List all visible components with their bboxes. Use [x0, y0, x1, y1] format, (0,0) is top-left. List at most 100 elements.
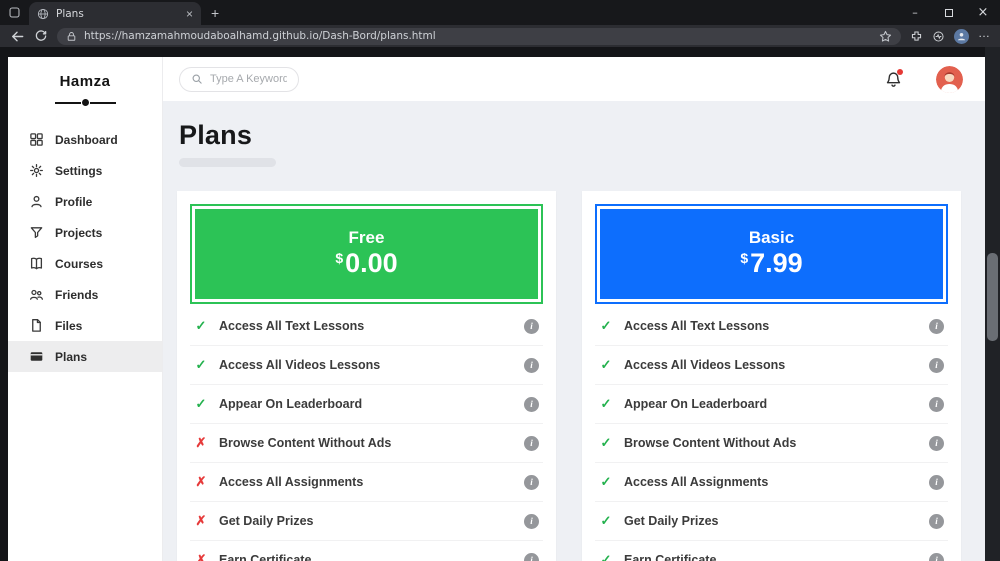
plan-card-basic: Basic $7.99 ✓ Access All Text Lessons i ✓ Acce… — [582, 191, 961, 561]
browser-window: Plans https://hamzamahmoudaboalhamd.gith… — [0, 0, 1000, 561]
feature-label: Access All Text Lessons — [219, 319, 365, 333]
refresh-icon[interactable] — [34, 29, 48, 43]
tab-title: Plans — [56, 7, 84, 20]
feature-row: ✓ Access All Videos Lessons i — [595, 346, 948, 385]
page-title: Plans — [179, 120, 253, 150]
maximize-button[interactable] — [932, 0, 966, 25]
check-icon: ✓ — [600, 396, 612, 411]
lock-icon — [66, 31, 77, 42]
close-button[interactable] — [966, 0, 1000, 25]
search-icon — [191, 73, 203, 85]
info-icon[interactable]: i — [524, 552, 539, 561]
sidebar-item-profile[interactable]: Profile — [8, 186, 162, 217]
sidebar-item-friends[interactable]: Friends — [8, 279, 162, 310]
sidebar-item-files[interactable]: Files — [8, 310, 162, 341]
info-icon[interactable]: i — [524, 435, 539, 451]
sidebar-item-dashboard[interactable]: Dashboard — [8, 124, 162, 155]
feature-row: ✓ Access All Assignments i — [595, 463, 948, 502]
new-tab-button[interactable] — [211, 5, 219, 21]
search-box[interactable] — [179, 66, 299, 92]
info-icon[interactable]: i — [524, 318, 539, 334]
check-icon: ✓ — [600, 435, 612, 450]
info-icon[interactable]: i — [524, 513, 539, 529]
feature-label: Appear On Leaderboard — [219, 397, 363, 411]
plan-card-free: Free $0.00 ✓ Access All Text Lessons i ✓ Acces… — [177, 191, 556, 561]
currency-symbol: $ — [740, 250, 749, 267]
brand-logo: Hamza — [59, 73, 111, 90]
feature-row: ✗ Get Daily Prizes i — [190, 502, 543, 541]
sidebar-item-courses[interactable]: Courses — [8, 248, 162, 279]
browser-essentials-icon[interactable] — [932, 30, 945, 43]
feature-label: Access All Videos Lessons — [219, 358, 381, 372]
sidebar-menu: Dashboard Settings Profile Projects Courses F… — [8, 124, 162, 372]
feature-row: ✗ Earn Certificate i — [190, 541, 543, 561]
cross-icon: ✗ — [195, 513, 207, 528]
plan-header: Basic $7.99 — [595, 204, 948, 304]
feature-label: Access All Assignments — [624, 475, 769, 489]
info-icon[interactable]: i — [929, 552, 944, 561]
feature-row: ✗ Access All Assignments i — [190, 463, 543, 502]
check-icon: ✓ — [195, 318, 207, 333]
browser-menu-icon[interactable] — [978, 31, 990, 42]
browser-profile-avatar[interactable] — [954, 28, 969, 44]
check-icon: ✓ — [195, 357, 207, 372]
maximize-icon — [945, 8, 953, 17]
feature-label: Earn Certificate — [624, 553, 717, 561]
check-icon: ✓ — [600, 357, 612, 372]
feature-row: ✓ Get Daily Prizes i — [595, 502, 948, 541]
browser-toolbar: https://hamzamahmoudaboalhamd.github.io/… — [0, 25, 1000, 47]
feature-row: ✓ Access All Text Lessons i — [595, 307, 948, 346]
info-icon[interactable]: i — [929, 318, 944, 334]
browser-tab[interactable]: Plans — [29, 2, 201, 25]
sidebar-item-label: Settings — [55, 163, 103, 178]
info-icon[interactable]: i — [929, 357, 944, 373]
sidebar-item-settings[interactable]: Settings — [8, 155, 162, 186]
info-icon[interactable]: i — [929, 435, 944, 451]
search-input[interactable] — [210, 73, 287, 85]
friends-icon — [28, 287, 44, 302]
info-icon[interactable]: i — [929, 474, 944, 490]
dashboard-app: Hamza Dashboard Settings Profile Projects Co… — [8, 57, 985, 561]
brand-divider — [8, 99, 162, 106]
user-avatar[interactable] — [936, 65, 963, 93]
info-icon[interactable]: i — [524, 474, 539, 490]
feature-label: Get Daily Prizes — [624, 514, 719, 528]
main-column: Plans Free$0.00 ✓ Access All Text Lessons i… — [162, 57, 985, 561]
sidebar-item-plans[interactable]: Plans — [8, 341, 162, 372]
sidebar-item-projects[interactable]: Projects — [8, 217, 162, 248]
sidebar-item-label: Profile — [55, 194, 93, 209]
sidebar-item-label: Files — [55, 318, 83, 333]
projects-icon — [28, 225, 44, 240]
feature-label: Browse Content Without Ads — [624, 436, 797, 450]
minimize-button[interactable] — [898, 0, 932, 25]
window-icon[interactable] — [8, 6, 21, 19]
sidebar-item-label: Dashboard — [55, 132, 118, 147]
feature-label: Access All Videos Lessons — [624, 358, 786, 372]
scrollbar-thumb[interactable] — [987, 253, 998, 341]
notifications-bell-icon[interactable] — [885, 68, 903, 88]
feature-row: ✓ Access All Text Lessons i — [190, 307, 543, 346]
cross-icon: ✗ — [195, 435, 207, 450]
check-icon: ✓ — [600, 474, 612, 489]
tab-close-icon[interactable] — [186, 8, 193, 20]
currency-symbol: $ — [335, 250, 344, 267]
address-bar[interactable]: https://hamzamahmoudaboalhamd.github.io/… — [57, 27, 901, 45]
scrollbar[interactable] — [985, 47, 1000, 561]
info-icon[interactable]: i — [524, 357, 539, 373]
cross-icon: ✗ — [195, 474, 207, 489]
info-icon[interactable]: i — [929, 396, 944, 412]
plan-price: $0.00 — [335, 248, 398, 279]
bookmark-star-icon[interactable] — [879, 30, 892, 43]
window-controls — [898, 0, 1000, 25]
back-icon[interactable] — [10, 29, 25, 44]
notification-dot — [897, 68, 903, 75]
profile-icon — [28, 194, 44, 209]
feature-label: Appear On Leaderboard — [624, 397, 768, 411]
sidebar-item-label: Courses — [55, 256, 104, 271]
check-icon: ✓ — [600, 513, 612, 528]
feature-row: ✓ Access All Videos Lessons i — [190, 346, 543, 385]
page-viewport: Hamza Dashboard Settings Profile Projects Co… — [0, 47, 1000, 561]
info-icon[interactable]: i — [929, 513, 944, 529]
extensions-icon[interactable] — [910, 30, 923, 43]
info-icon[interactable]: i — [524, 396, 539, 412]
